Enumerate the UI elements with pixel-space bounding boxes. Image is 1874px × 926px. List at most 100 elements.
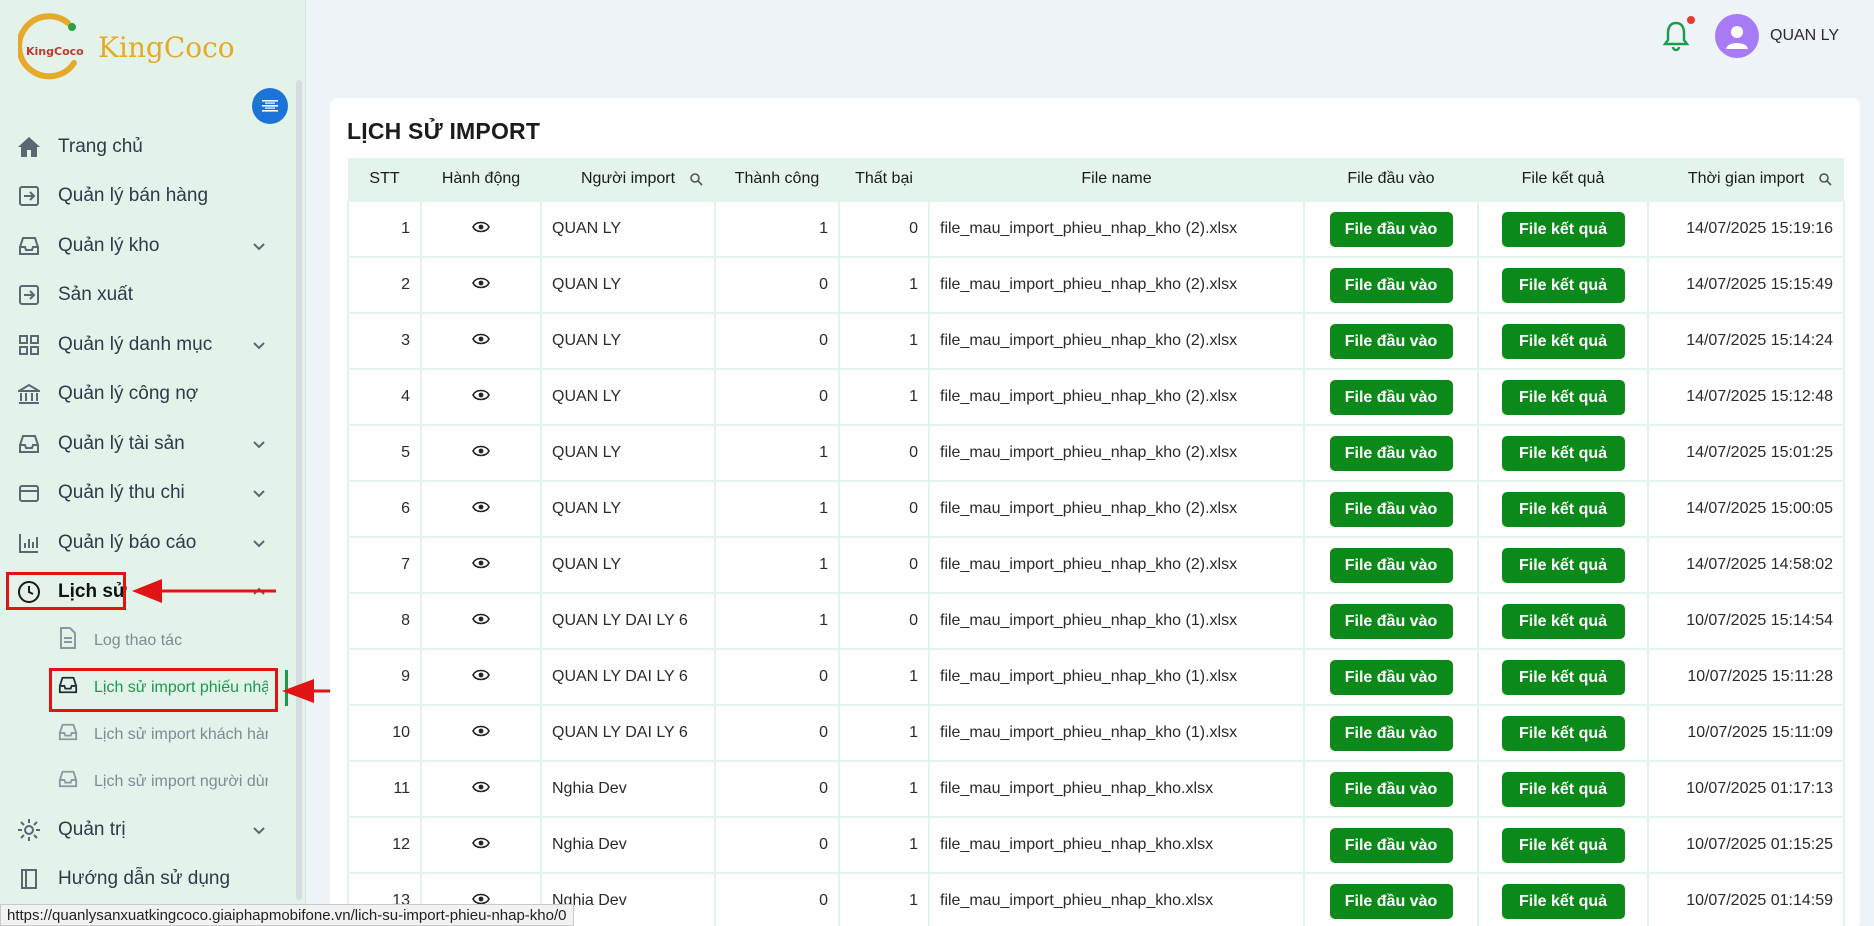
input-file-button[interactable]: File đầu vào [1329,547,1453,583]
brand-logo[interactable]: KingCoco KingCoco [16,12,258,82]
cell-stt: 3 [347,312,422,370]
highlight-box-history [6,572,126,610]
cell-file-name: file_mau_import_phieu_nhap_kho.xlsx [928,816,1305,874]
cell-import-time: 10/07/2025 15:11:09 [1647,704,1845,762]
chevron-down-icon[interactable] [252,486,266,500]
view-eye-icon[interactable] [472,500,490,514]
cell-success: 0 [714,760,840,818]
sidebar-item-catalog[interactable]: Quản lý danh mục [0,320,290,370]
input-file-button[interactable]: File đầu vào [1329,715,1453,751]
cell-stt: 12 [347,816,422,874]
page-title: LỊCH SỬ IMPORT [347,118,541,144]
view-eye-icon[interactable] [472,780,490,794]
result-file-button[interactable]: File kết quả [1501,659,1625,695]
cell-importer: QUAN LY DAI LY 6 [540,592,716,650]
input-file-button[interactable]: File đầu vào [1329,603,1453,639]
header-username[interactable]: QUAN LY [1770,27,1839,45]
bar-chart-icon [16,530,42,556]
input-file-button[interactable]: File đầu vào [1329,883,1453,919]
view-eye-icon[interactable] [472,220,490,234]
sidebar-item-assets[interactable]: Quản lý tài sản [0,419,290,469]
cell-failed: 0 [838,200,930,258]
cell-failed: 1 [838,648,930,706]
sidebar-item-warehouse[interactable]: Quản lý kho [0,221,290,271]
sidebar-item-label: Quản lý báo cáo [58,531,197,553]
col-header-failed: Thất bại [839,158,929,201]
result-file-button[interactable]: File kết quả [1501,771,1625,807]
search-icon[interactable] [1818,172,1832,186]
result-file-button[interactable]: File kết quả [1501,491,1625,527]
input-file-button[interactable]: File đầu vào [1329,659,1453,695]
cell-action [420,816,542,874]
cell-action [420,368,542,426]
sidebar-item-income-expense[interactable]: Quản lý thu chi [0,469,290,519]
chevron-down-icon[interactable] [252,536,266,550]
result-file-button[interactable]: File kết quả [1501,435,1625,471]
result-file-button[interactable]: File kết quả [1501,603,1625,639]
search-icon[interactable] [689,172,703,186]
view-eye-icon[interactable] [472,556,490,570]
sidebar-collapse-button[interactable] [252,88,288,124]
sidebar-item-home[interactable]: Trang chủ [0,122,290,172]
view-eye-icon[interactable] [472,724,490,738]
input-file-button[interactable]: File đầu vào [1329,211,1453,247]
input-file-button[interactable]: File đầu vào [1329,827,1453,863]
cell-input-file: File đầu vào [1303,424,1479,482]
input-file-button[interactable]: File đầu vào [1329,491,1453,527]
result-file-button[interactable]: File kết quả [1501,547,1625,583]
sidebar-item-production[interactable]: Sản xuất [0,271,290,321]
chevron-down-icon[interactable] [252,437,266,451]
sidebar-scrollbar[interactable] [296,80,302,900]
result-file-button[interactable]: File kết quả [1501,827,1625,863]
input-file-button[interactable]: File đầu vào [1329,435,1453,471]
chevron-down-icon[interactable] [252,823,266,837]
cell-success: 0 [714,704,840,762]
input-file-button[interactable]: File đầu vào [1329,267,1453,303]
notification-bell-icon[interactable] [1662,20,1690,52]
sidebar-item-label: Quản lý danh mục [58,333,213,355]
sidebar-item-admin[interactable]: Quản trị [0,805,290,855]
input-file-button[interactable]: File đầu vào [1329,771,1453,807]
view-eye-icon[interactable] [472,276,490,290]
result-file-button[interactable]: File kết quả [1501,715,1625,751]
cell-result-file: File kết quả [1477,592,1649,650]
cell-file-name: file_mau_import_phieu_nhap_kho (2).xlsx [928,200,1305,258]
sidebar-item-label: Quản lý thu chi [58,482,185,504]
sidebar-item-guide[interactable]: Hướng dẫn sử dụng [0,855,290,905]
view-eye-icon[interactable] [472,836,490,850]
chevron-down-icon[interactable] [252,239,266,253]
table-row: 1 QUAN LY 1 0 file_mau_import_phieu_nhap… [347,200,1845,258]
cell-file-name: file_mau_import_phieu_nhap_kho (2).xlsx [928,424,1305,482]
cell-stt: 2 [347,256,422,314]
sidebar-subitem-import-customer[interactable]: Lịch sử import khách hàng [0,711,290,758]
avatar[interactable] [1715,14,1759,58]
result-file-button[interactable]: File kết quả [1501,883,1625,919]
cell-input-file: File đầu vào [1303,480,1479,538]
view-eye-icon[interactable] [472,388,490,402]
view-eye-icon[interactable] [472,332,490,346]
inbox-icon [58,722,78,747]
grid-icon [16,332,42,358]
input-file-button[interactable]: File đầu vào [1329,323,1453,359]
sidebar-item-label: Quản lý kho [58,234,160,256]
table-row: 4 QUAN LY 0 1 file_mau_import_phieu_nhap… [347,368,1845,426]
result-file-button[interactable]: File kết quả [1501,267,1625,303]
cell-importer: QUAN LY [540,536,716,594]
result-file-button[interactable]: File kết quả [1501,379,1625,415]
view-eye-icon[interactable] [472,444,490,458]
inbox-icon [58,769,78,794]
cell-importer: QUAN LY [540,424,716,482]
sidebar-item-sales[interactable]: Quản lý bán hàng [0,172,290,222]
result-file-button[interactable]: File kết quả [1501,211,1625,247]
sidebar-subitem-import-user[interactable]: Lịch sử import người dùng [0,758,290,805]
sidebar-item-debt[interactable]: Quản lý công nợ [0,370,290,420]
wallet-icon [16,480,42,506]
result-file-button[interactable]: File kết quả [1501,323,1625,359]
table-row: 12 Nghia Dev 0 1 file_mau_import_phieu_n… [347,816,1845,874]
input-file-button[interactable]: File đầu vào [1329,379,1453,415]
view-eye-icon[interactable] [472,612,490,626]
sidebar-subitem-action-log[interactable]: Log thao tác [0,617,290,664]
view-eye-icon[interactable] [472,668,490,682]
sidebar-item-reports[interactable]: Quản lý báo cáo [0,518,290,568]
chevron-down-icon[interactable] [252,338,266,352]
